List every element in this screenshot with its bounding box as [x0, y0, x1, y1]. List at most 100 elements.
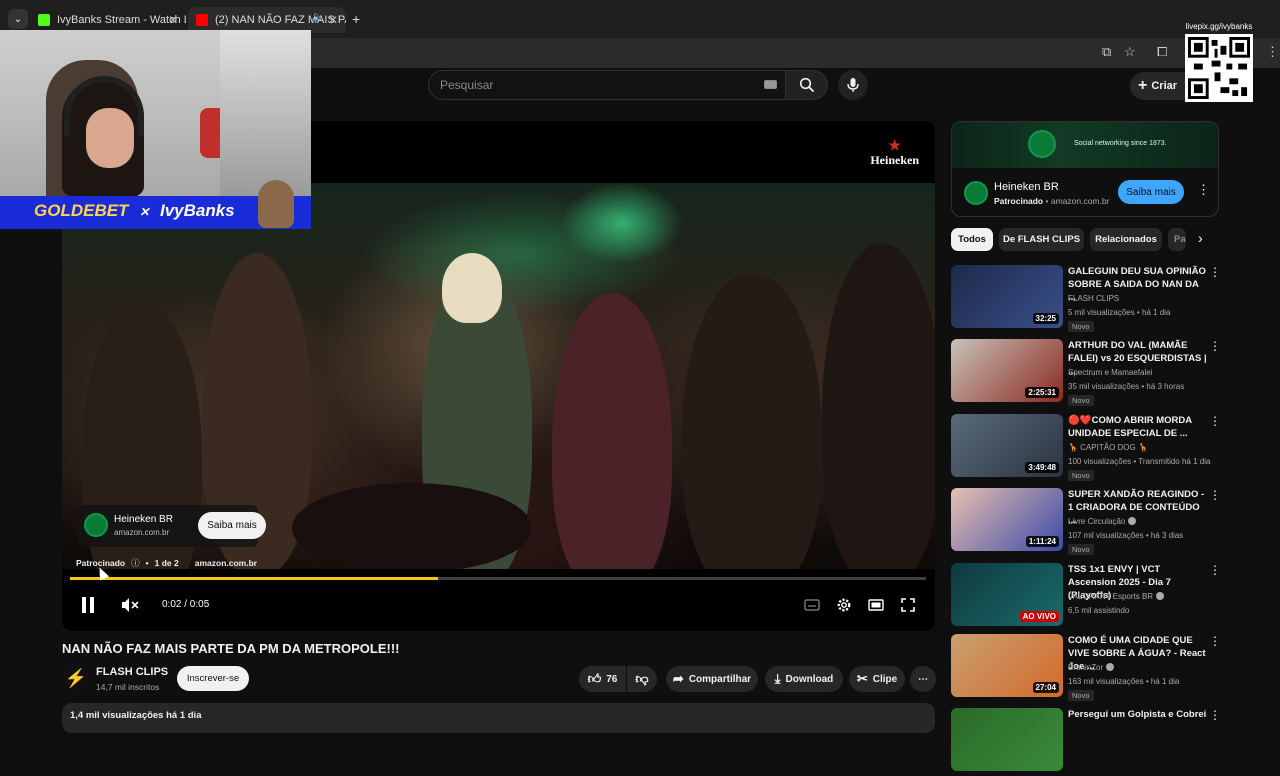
ad-sequence: 1 de 2 [154, 558, 179, 568]
recommended-video[interactable]: 2:25:31 ARTHUR DO VAL (MAMÃE FALEI) vs 20… [951, 339, 1221, 407]
more-vertical-icon[interactable]: ⋮ [1209, 339, 1221, 353]
subtitles-button[interactable] [802, 594, 822, 616]
recommended-channel[interactable]: BruninZor [1068, 663, 1115, 672]
recommended-channel[interactable]: FLASH CLIPS [1068, 294, 1119, 303]
ad-banner-tagline: Social networking since 1873. [1074, 140, 1167, 147]
video-figure [552, 293, 672, 569]
channel-avatar-lightning-icon[interactable]: ⚡ [62, 664, 90, 692]
recommended-meta: 35 mil visualizações • há 3 horas [1068, 382, 1185, 391]
progress-bar[interactable] [70, 577, 926, 580]
recommended-channel[interactable]: Spectrum e Mamaefalei [1068, 368, 1152, 377]
dislike-button[interactable]: 👎︎ [627, 666, 657, 692]
recommended-video[interactable]: 3:49:48 🔴❤️COMO ABRIR MORDA UNIDADE ESPEC… [951, 414, 1221, 482]
theater-mode-button[interactable] [866, 594, 886, 616]
ad-advertiser-name: Heineken BR [114, 514, 173, 525]
video-figure [822, 243, 935, 569]
ad-learn-more-button[interactable]: Saiba mais [1118, 180, 1184, 204]
recommended-video[interactable]: 32:25 GALEGUIN DEU SUA OPINIÃO SOBRE A SA… [951, 265, 1221, 333]
recommended-video[interactable]: Persegui um Golpista e Cobrei ⋮ [951, 708, 1221, 776]
recommended-video[interactable]: 27:04 COMO É UMA CIDADE QUE VIVE SOBRE A … [951, 634, 1221, 702]
qr-label: livepix.gg/ivybanks [1185, 22, 1253, 31]
new-badge: Novo [1068, 544, 1094, 555]
ad-info-url[interactable]: amazon.com.br [195, 558, 257, 568]
chip-related[interactable]: Relacionados [1090, 228, 1162, 251]
recommended-channel[interactable]: VALORANT Esports BR [1068, 592, 1165, 601]
recommended-channel-name: VALORANT Esports BR [1068, 592, 1154, 601]
video-thumbnail[interactable]: AO VIVO [951, 563, 1063, 626]
new-tab-button[interactable]: + [352, 11, 360, 27]
share-button[interactable]: ➦ Compartilhar [666, 666, 758, 692]
recommended-title[interactable]: Persegui um Golpista e Cobrei [1068, 708, 1208, 721]
video-title: NAN NÃO FAZ MAIS PARTE DA PM DA METROPOL… [62, 641, 400, 656]
subscriber-count: 14,7 mil inscritos [96, 682, 160, 692]
banner-separator: ✕ [139, 205, 150, 219]
ad-card[interactable]: Heineken BR amazon.com.br Saiba mais [78, 505, 266, 547]
mute-button[interactable] [120, 594, 140, 616]
info-icon[interactable]: ⓘ [131, 557, 140, 569]
more-actions-button[interactable]: ⋯ [910, 666, 936, 692]
recommended-channel[interactable]: Livre Circulação [1068, 517, 1137, 526]
cast-icon[interactable]: ⧉ [1102, 44, 1111, 60]
duration-badge: 27:04 [1032, 682, 1059, 693]
chip-partial[interactable]: Pa [1168, 228, 1186, 251]
recommended-channel-name: BruninZor [1068, 663, 1104, 672]
settings-button[interactable] [834, 594, 854, 616]
video-thumbnail[interactable]: 3:49:48 [951, 414, 1063, 477]
more-vertical-icon[interactable]: ⋮ [1209, 634, 1221, 648]
extensions-icon[interactable]: ⧠ [1157, 44, 1167, 60]
like-button[interactable]: 👍︎ 76 [579, 666, 626, 692]
video-thumbnail[interactable]: 1:11:24 [951, 488, 1063, 551]
more-vertical-icon[interactable]: ⋮ [1209, 563, 1221, 577]
more-vertical-icon[interactable]: ⋮ [1197, 182, 1210, 198]
pause-icon [82, 597, 94, 613]
tab-list-dropdown[interactable]: ⌄ [8, 9, 28, 29]
download-button[interactable]: ⤓ Download [765, 666, 843, 692]
recommended-meta: 163 mil visualizações • há 1 dia [1068, 677, 1180, 686]
close-tab-icon[interactable]: ✕ [168, 13, 178, 27]
description-box[interactable]: 1,4 mil visualizações há 1 dia [62, 703, 935, 733]
ad-learn-more-button[interactable]: Saiba mais [198, 512, 266, 539]
search-input[interactable]: Pesquisar [428, 70, 786, 100]
browser-menu-icon[interactable]: ⋮ [1266, 44, 1279, 60]
recommended-meta: 107 mil visualizações • há 3 dias [1068, 531, 1184, 540]
recommended-meta: 6,5 mil assistindo [1068, 606, 1130, 615]
chip-all[interactable]: Todos [951, 228, 993, 251]
keyboard-icon[interactable] [764, 80, 777, 89]
kick-favicon-icon [38, 14, 50, 26]
ad-banner-image: Social networking since 1873. [952, 122, 1218, 168]
ad-sponsored-line: Patrocinado • amazon.com.br [994, 196, 1109, 206]
chip-from-channel[interactable]: De FLASH CLIPS [999, 228, 1084, 251]
more-vertical-icon[interactable]: ⋮ [1209, 488, 1221, 502]
recommended-video[interactable]: AO VIVO TSS 1x1 ENVY | VCT Ascension 2025… [951, 563, 1221, 631]
search-button[interactable] [786, 70, 828, 100]
video-thumbnail[interactable]: 2:25:31 [951, 339, 1063, 402]
more-vertical-icon[interactable]: ⋮ [1209, 414, 1221, 428]
duration-badge: 2:25:31 [1025, 387, 1059, 398]
recommended-video[interactable]: 1:11:24 SUPER XANDÃO REAGINDO - 1 CRIADOR… [951, 488, 1221, 556]
video-thumbnail[interactable] [951, 708, 1063, 771]
sidebar-ad[interactable]: Social networking since 1873. Heineken B… [951, 121, 1219, 217]
thumbs-down-icon: 👎︎ [635, 671, 649, 686]
chevron-right-icon[interactable]: › [1198, 230, 1203, 246]
subscribe-button[interactable]: Inscrever-se [177, 666, 249, 691]
recommended-title[interactable]: 🔴❤️COMO ABRIR MORDA UNIDADE ESPECIAL DE … [1068, 414, 1208, 440]
advertiser-logo-icon [964, 181, 988, 205]
heineken-logo-icon [84, 513, 108, 537]
pause-button[interactable] [78, 594, 98, 616]
clip-button[interactable]: ✂ Clipe [849, 666, 905, 692]
more-vertical-icon[interactable]: ⋮ [1209, 265, 1221, 279]
video-thumbnail[interactable]: 27:04 [951, 634, 1063, 697]
fullscreen-button[interactable] [898, 594, 918, 616]
video-figure [442, 253, 502, 323]
recommended-channel[interactable]: 🦒 CAPITÃO DOG 🦒 [1068, 443, 1148, 452]
recommended-channel-name: 🦒 CAPITÃO DOG 🦒 [1068, 443, 1148, 452]
ad-url: amazon.com.br [1050, 196, 1110, 206]
channel-name[interactable]: FLASH CLIPS [96, 666, 168, 678]
download-icon: ⤓ [774, 671, 781, 686]
video-thumbnail[interactable]: 32:25 [951, 265, 1063, 328]
create-label: Criar [1151, 80, 1178, 92]
voice-search-button[interactable] [838, 70, 868, 100]
verified-check-icon [1156, 592, 1165, 600]
close-tab-icon[interactable]: ✕ [328, 13, 338, 27]
bookmark-star-icon[interactable]: ☆ [1124, 44, 1136, 60]
